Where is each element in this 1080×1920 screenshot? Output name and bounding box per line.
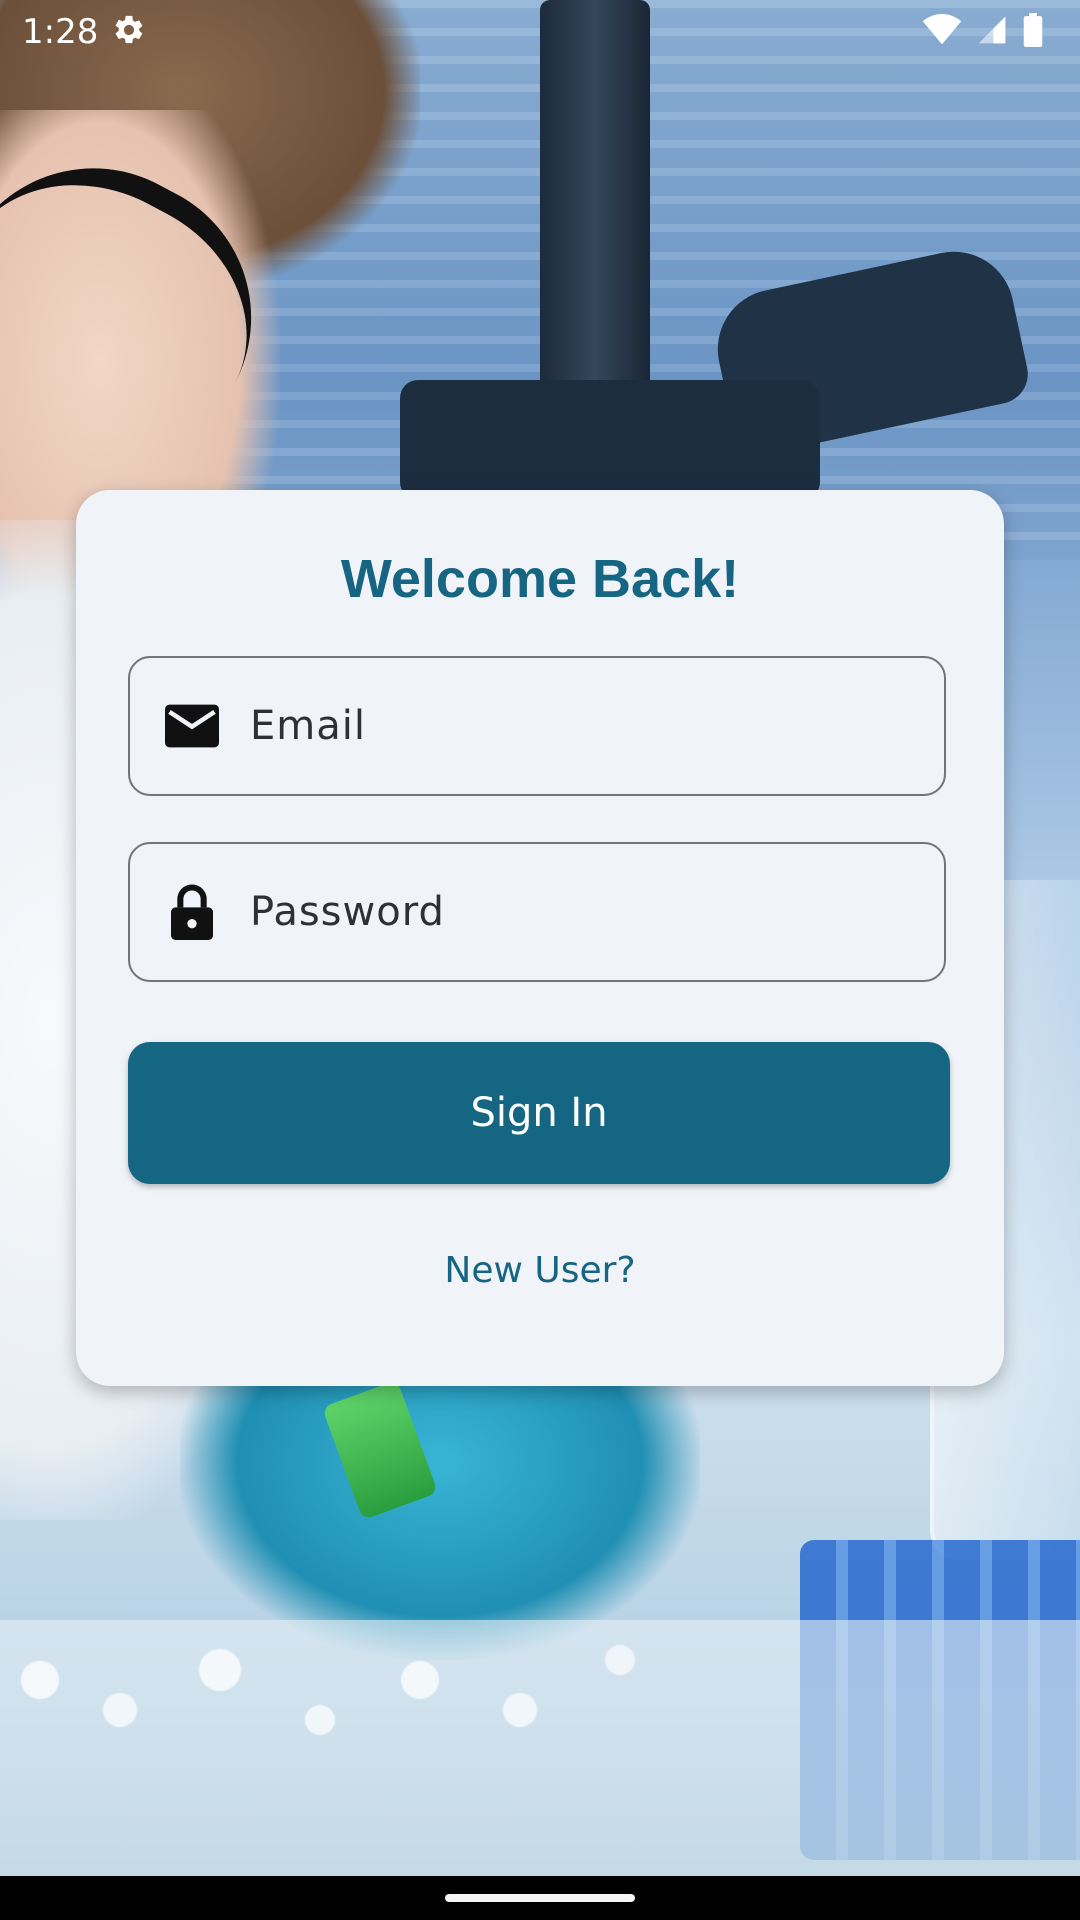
background-photo-blinds xyxy=(0,0,1080,560)
background-test-tube xyxy=(321,1379,439,1521)
home-gesture-handle[interactable] xyxy=(445,1894,635,1902)
lock-icon xyxy=(164,884,220,940)
status-bar: 1:28 xyxy=(0,0,1080,64)
background-microscope xyxy=(540,0,650,520)
login-screen: 1:28 Welcome Back! Email Sign In New Use… xyxy=(0,0,1080,1920)
email-input[interactable] xyxy=(248,702,892,750)
email-field[interactable] xyxy=(128,656,946,796)
background-tube-rack xyxy=(800,1540,1080,1860)
mail-icon xyxy=(164,698,220,754)
gear-icon xyxy=(112,13,146,52)
background-microscope-arm xyxy=(706,240,1034,460)
signal-icon xyxy=(976,14,1008,51)
background-microscope-head xyxy=(400,380,820,500)
new-user-link[interactable]: New User? xyxy=(76,1250,1004,1291)
login-card: Welcome Back! Sign In New User? xyxy=(76,490,1004,1386)
welcome-title: Welcome Back! xyxy=(340,549,740,609)
background-safety-glasses xyxy=(0,119,301,403)
navigation-bar xyxy=(0,1876,1080,1920)
background-bench-bokeh xyxy=(0,1620,1080,1880)
password-input[interactable] xyxy=(248,888,892,936)
wifi-icon xyxy=(922,13,962,51)
status-bar-right xyxy=(922,12,1080,52)
sign-in-button[interactable]: Sign In xyxy=(128,1042,950,1184)
battery-icon xyxy=(1022,12,1044,52)
status-time: 1:28 xyxy=(22,12,99,52)
status-bar-left: 1:28 xyxy=(0,12,146,52)
password-field[interactable] xyxy=(128,842,946,982)
